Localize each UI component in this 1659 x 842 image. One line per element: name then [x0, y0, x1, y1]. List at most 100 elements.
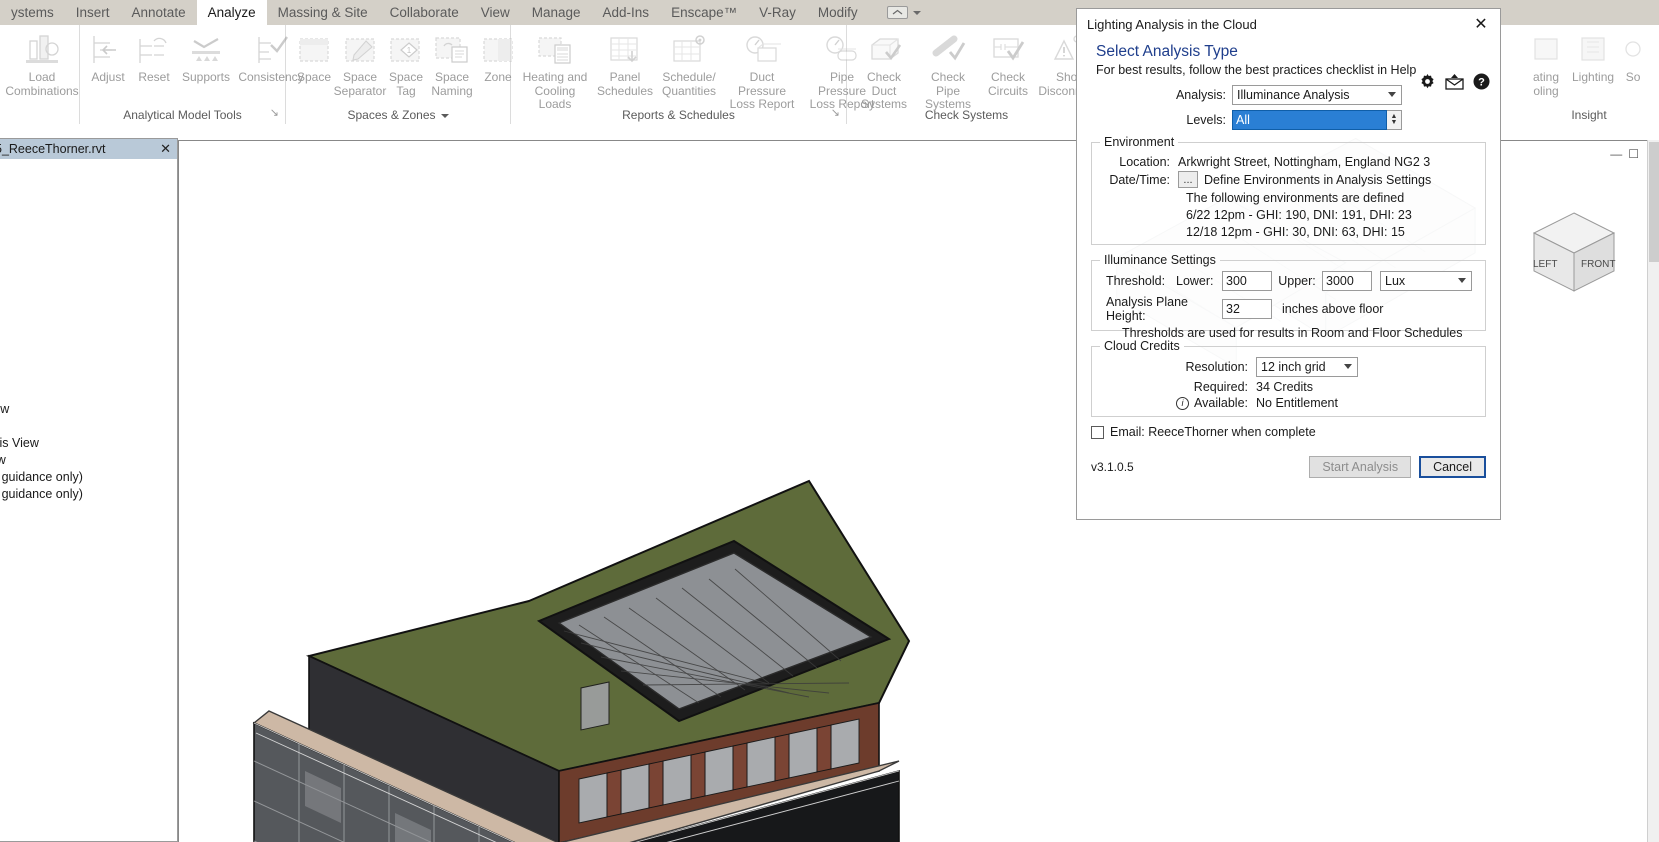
close-icon[interactable]: ✕: [1466, 12, 1496, 36]
view-cube-left-label[interactable]: LEFT: [1533, 259, 1557, 270]
upper-threshold-input[interactable]: 3000: [1322, 271, 1372, 291]
plane-height-input[interactable]: 32: [1222, 299, 1272, 319]
ribbon-tab-manage[interactable]: Manage: [521, 0, 592, 25]
levels-spinner[interactable]: ▲ ▼: [1387, 110, 1402, 130]
email-checkbox[interactable]: [1091, 425, 1104, 439]
ribbon-button-label: Supports: [181, 70, 231, 84]
help-icon[interactable]: ?: [1473, 73, 1490, 93]
datetime-browse-button[interactable]: ...: [1178, 171, 1198, 188]
levels-input[interactable]: All: [1232, 110, 1387, 130]
chevron-down-icon[interactable]: [912, 10, 921, 15]
ribbon-button-heating-cooling-loads[interactable]: Heating and Cooling Loads: [516, 29, 594, 112]
ribbon-tab-vray[interactable]: V-Ray: [748, 0, 807, 25]
building-model[interactable]: [209, 471, 1049, 842]
list-item[interactable]: ysis View: [0, 435, 173, 452]
environment-legend: Environment: [1104, 135, 1175, 149]
chevron-down-icon[interactable]: [440, 113, 449, 118]
cloud-credits-legend: Cloud Credits: [1104, 339, 1180, 353]
ribbon-button-check-circuits[interactable]: Check Circuits: [980, 29, 1036, 98]
ribbon-tab-view[interactable]: View: [470, 0, 521, 25]
project-browser-tree: /iew w ysis View iew or guidance only) o…: [0, 159, 177, 509]
ribbon-panel-title: Analytical Model Tools ↘: [85, 107, 280, 124]
resolution-select[interactable]: 12 inch grid: [1256, 357, 1358, 377]
list-item[interactable]: or guidance only): [0, 469, 173, 486]
location-value: Arkwright Street, Nottingham, England NG…: [1178, 155, 1431, 169]
list-item[interactable]: or guidance only): [0, 486, 173, 503]
analysis-label: Analysis:: [1175, 88, 1226, 102]
revit-application-window: ystems Insert Annotate Analyze Massing &…: [0, 0, 1659, 842]
view-cube[interactable]: LEFT FRONT: [1519, 199, 1629, 309]
ribbon-button-check-pipe-systems[interactable]: Check Pipe Systems: [916, 29, 980, 112]
ribbon-tab-collaborate[interactable]: Collaborate: [379, 0, 470, 25]
list-item[interactable]: /iew: [0, 401, 173, 418]
ribbon-button-panel-schedules[interactable]: Panel Schedules: [594, 29, 656, 98]
lower-threshold-input[interactable]: 300: [1222, 271, 1272, 291]
ribbon-tab-massing-site[interactable]: Massing & Site: [267, 0, 379, 25]
upper-threshold-value: 3000: [1326, 274, 1354, 288]
analysis-select[interactable]: Illuminance Analysis: [1232, 85, 1402, 105]
chevron-down-icon[interactable]: [1344, 364, 1352, 369]
ribbon-button-load-combinations[interactable]: Load Combinations: [5, 29, 79, 98]
ribbon-display-options[interactable]: [869, 6, 921, 19]
ribbon-button-check-duct-systems[interactable]: Check Duct Systems: [852, 29, 916, 112]
email-checkbox-row[interactable]: Email: ReeceThorner when complete: [1091, 425, 1486, 439]
ribbon-button-space-naming[interactable]: Space Naming: [429, 29, 475, 98]
minimize-icon[interactable]: —: [1610, 147, 1622, 161]
panel-schedules-icon: [605, 29, 645, 71]
ribbon-button-solar[interactable]: So: [1618, 29, 1648, 85]
ribbon-button-supports[interactable]: Supports: [177, 29, 235, 85]
project-browser-title-bar[interactable]: 5_ReeceThorner.rvt ✕: [0, 139, 177, 159]
ribbon-tab-addins[interactable]: Add-Ins: [592, 0, 661, 25]
chevron-down-icon[interactable]: [1458, 278, 1466, 283]
dialog-title-bar[interactable]: Lighting Analysis in the Cloud ✕: [1077, 9, 1500, 39]
levels-row: Levels: All ▲ ▼: [1091, 110, 1486, 130]
ribbon-button-label: Space: [296, 70, 332, 84]
environment-line: 6/22 12pm - GHI: 190, DNI: 191, DHI: 23: [1186, 208, 1412, 222]
ribbon-button-duct-pressure-loss-report[interactable]: Duct Pressure Loss Report: [722, 29, 802, 112]
ribbon-tab-analyze[interactable]: Analyze: [196, 0, 267, 25]
illuminance-note: Thresholds are used for results in Room …: [1122, 326, 1463, 340]
plane-height-value: 32: [1226, 302, 1240, 316]
chevron-down-icon[interactable]: [1388, 92, 1396, 97]
scrollbar-thumb[interactable]: [1649, 142, 1659, 262]
cancel-button[interactable]: Cancel: [1419, 456, 1486, 478]
ribbon-button-label: Heating and Cooling Loads: [522, 70, 588, 111]
ribbon-button-heating-cooling[interactable]: ating oling: [1524, 29, 1568, 98]
ribbon-tab-insert[interactable]: Insert: [65, 0, 121, 25]
project-browser-spacer: [0, 165, 173, 401]
dialog-launcher-icon[interactable]: ↘: [831, 105, 840, 122]
ribbon-tab-enscape[interactable]: Enscape™: [660, 0, 748, 25]
ribbon-button-adjust[interactable]: Adjust: [85, 29, 131, 85]
info-icon[interactable]: i: [1176, 396, 1190, 410]
units-select[interactable]: Lux: [1380, 271, 1472, 291]
vertical-scrollbar[interactable]: [1647, 140, 1659, 842]
project-browser: 5_ReeceThorner.rvt ✕ /iew w ysis View ie…: [0, 138, 178, 842]
ribbon-panel-insight-inner: ating oling Lighting So Insight: [1519, 25, 1659, 124]
ribbon-button-reset[interactable]: Reset: [131, 29, 177, 85]
list-item[interactable]: iew: [0, 452, 173, 469]
ribbon-tab-modify[interactable]: Modify: [807, 0, 869, 25]
ribbon-tab-annotate[interactable]: Annotate: [121, 0, 197, 25]
ribbon-button-label: Space Naming: [431, 70, 473, 98]
available-value: No Entitlement: [1256, 396, 1338, 410]
dialog-launcher-icon[interactable]: ↘: [270, 105, 279, 122]
check-pipe-systems-icon: [928, 29, 968, 71]
email-checkbox-label: Email: ReeceThorner when complete: [1110, 425, 1316, 439]
view-window-controls: — ☐: [1610, 147, 1639, 161]
ribbon-button-schedule-quantities[interactable]: Schedule/ Quantities: [656, 29, 722, 98]
start-analysis-button[interactable]: Start Analysis: [1309, 456, 1412, 478]
ribbon-tab-systems[interactable]: ystems: [0, 0, 65, 25]
settings-gear-icon[interactable]: [1419, 73, 1436, 93]
ribbon-button-lighting[interactable]: Lighting: [1568, 29, 1618, 85]
ribbon-button-space[interactable]: Space: [291, 29, 337, 85]
maximize-icon[interactable]: ☐: [1628, 147, 1639, 161]
close-icon[interactable]: ✕: [160, 141, 171, 157]
list-item[interactable]: w: [0, 418, 173, 435]
ribbon-minimize-icon[interactable]: [886, 6, 908, 19]
ribbon-button-space-separator[interactable]: Space Separator: [334, 29, 386, 98]
ribbon-button-space-tag[interactable]: 1 Space Tag: [383, 29, 429, 98]
email-upload-icon[interactable]: [1445, 73, 1464, 93]
spinner-down-icon[interactable]: ▼: [1391, 119, 1398, 126]
ribbon-button-label: Adjust: [91, 70, 125, 84]
view-cube-front-label[interactable]: FRONT: [1581, 259, 1615, 270]
